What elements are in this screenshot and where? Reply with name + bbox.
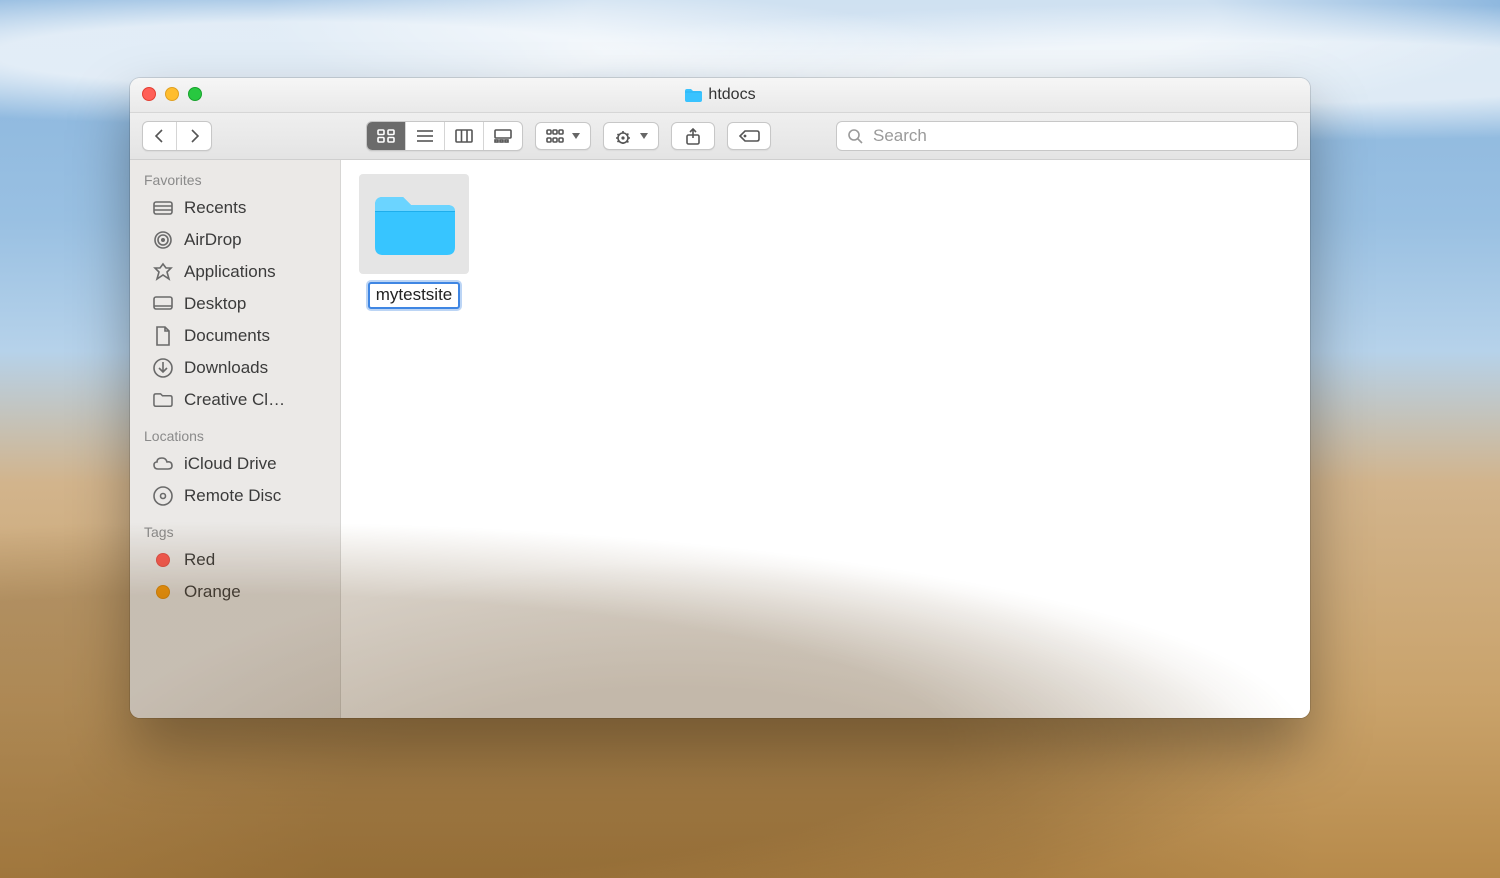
column-view-button[interactable]	[445, 122, 484, 150]
disc-icon	[152, 485, 174, 507]
share-button[interactable]	[671, 122, 715, 150]
window-controls	[142, 87, 202, 101]
window-title-text: htdocs	[708, 86, 755, 104]
nav-buttons	[142, 121, 212, 151]
folder-name-editing[interactable]: mytestsite	[368, 282, 461, 309]
sidebar-item-label: Creative Cl…	[184, 390, 285, 410]
search-input[interactable]	[871, 125, 1287, 147]
icon-view-button[interactable]	[367, 122, 406, 150]
window-body: Favorites Recents AirDrop	[130, 160, 1310, 718]
sidebar[interactable]: Favorites Recents AirDrop	[130, 160, 341, 718]
sidebar-item-label: Recents	[184, 198, 246, 218]
sidebar-item-label: Red	[184, 550, 215, 570]
sidebar-item-label: Remote Disc	[184, 486, 281, 506]
sidebar-heading-tags: Tags	[130, 512, 340, 544]
finder-window: htdocs	[130, 78, 1310, 718]
group-by-button[interactable]	[535, 122, 591, 150]
recents-icon	[152, 197, 174, 219]
sidebar-item-tag-orange[interactable]: Orange	[130, 576, 340, 608]
sidebar-item-documents[interactable]: Documents	[130, 320, 340, 352]
titlebar[interactable]: htdocs	[130, 78, 1310, 113]
search-icon	[847, 128, 863, 144]
chevron-down-icon	[572, 133, 580, 139]
folder-item[interactable]: mytestsite	[359, 174, 469, 309]
sidebar-item-label: Orange	[184, 582, 241, 602]
gallery-view-button[interactable]	[484, 122, 522, 150]
forward-button[interactable]	[177, 122, 211, 150]
sidebar-heading-favorites: Favorites	[130, 160, 340, 192]
desktop-icon	[152, 293, 174, 315]
folder-icon	[152, 389, 174, 411]
sidebar-item-label: iCloud Drive	[184, 454, 277, 474]
sidebar-item-label: Documents	[184, 326, 270, 346]
sidebar-item-label: Applications	[184, 262, 276, 282]
sidebar-item-remote-disc[interactable]: Remote Disc	[130, 480, 340, 512]
applications-icon	[152, 261, 174, 283]
tag-dot-icon	[152, 581, 174, 603]
icloud-icon	[152, 453, 174, 475]
desktop-background: htdocs	[0, 0, 1500, 878]
sidebar-item-applications[interactable]: Applications	[130, 256, 340, 288]
sidebar-item-downloads[interactable]: Downloads	[130, 352, 340, 384]
back-button[interactable]	[143, 122, 177, 150]
toolbar	[130, 113, 1310, 160]
sidebar-item-recents[interactable]: Recents	[130, 192, 340, 224]
search-field[interactable]	[836, 121, 1298, 151]
folder-icon-selected	[359, 174, 469, 274]
tags-button[interactable]	[727, 122, 771, 150]
folder-icon	[684, 88, 702, 102]
chevron-down-icon	[640, 133, 648, 139]
sidebar-heading-locations: Locations	[130, 416, 340, 448]
file-browser-content[interactable]: mytestsite	[341, 160, 1310, 718]
sidebar-item-tag-red[interactable]: Red	[130, 544, 340, 576]
view-switcher	[366, 121, 523, 151]
downloads-icon	[152, 357, 174, 379]
tag-dot-icon	[152, 549, 174, 571]
minimize-button[interactable]	[165, 87, 179, 101]
airdrop-icon	[152, 229, 174, 251]
sidebar-item-icloud[interactable]: iCloud Drive	[130, 448, 340, 480]
sidebar-item-creative-cloud[interactable]: Creative Cl…	[130, 384, 340, 416]
documents-icon	[152, 325, 174, 347]
sidebar-item-label: Downloads	[184, 358, 268, 378]
zoom-button[interactable]	[188, 87, 202, 101]
sidebar-item-desktop[interactable]: Desktop	[130, 288, 340, 320]
sidebar-item-label: AirDrop	[184, 230, 242, 250]
window-title: htdocs	[684, 86, 755, 104]
action-menu-button[interactable]	[603, 122, 659, 150]
list-view-button[interactable]	[406, 122, 445, 150]
close-button[interactable]	[142, 87, 156, 101]
sidebar-item-label: Desktop	[184, 294, 246, 314]
sidebar-item-airdrop[interactable]: AirDrop	[130, 224, 340, 256]
